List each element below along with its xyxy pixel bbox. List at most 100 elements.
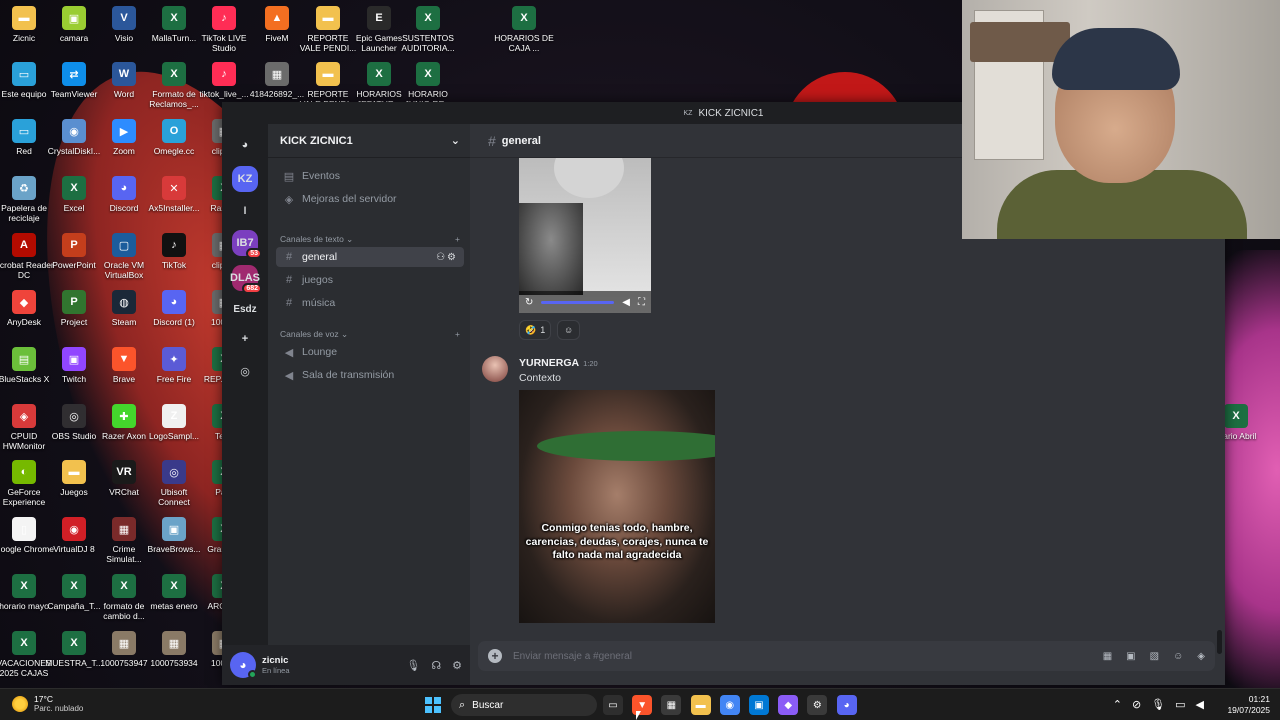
webcam-person [1052,28,1180,90]
add-channel-icon[interactable]: + [455,234,460,245]
desktop-icon-label: Discord (1) [153,317,195,327]
gift-icon[interactable]: ▦ [1103,651,1112,662]
app-icon: ◉ [62,517,86,541]
app-icon: ▬ [12,6,36,30]
search-icon: ⌕ [459,698,466,711]
app-icon: W [112,62,136,86]
taskbar-store-icon[interactable]: ▦ [661,695,682,715]
channel-musica[interactable]: # música [276,293,464,313]
add-attachment-icon[interactable]: + [488,649,502,663]
emoji-icon[interactable]: ☺ [1173,651,1183,662]
activity-icon[interactable]: ◈ [1197,651,1205,662]
sticker-icon[interactable]: ▧ [1150,651,1159,662]
replay-icon[interactable]: ↻ [525,297,533,308]
message-timestamp: 1:20 [583,359,598,368]
desktop-icon-label: MallaTurn... [151,33,197,43]
desktop-icon-label: Red [16,146,32,156]
taskbar-settings-icon[interactable]: ⚙ [807,695,828,715]
windows-start-icon[interactable] [425,697,441,713]
server-icon[interactable]: IB7 53 [232,230,262,259]
fullscreen-icon[interactable]: ⛶ [638,297,645,308]
hash-icon: # [285,297,293,309]
taskbar-search[interactable]: ⌕ Buscar [451,694,597,716]
taskbar-task-view-icon[interactable]: ▭ [603,695,623,715]
channel-settings-icon[interactable]: ⚇⚙ [436,252,458,263]
chevron-down-icon: ⌄ [450,135,460,147]
app-icon: ♪ [212,62,236,86]
reaction-button[interactable]: 🤣 1 [519,320,552,340]
add-channel-icon[interactable]: + [455,329,460,340]
sidebar-item-events[interactable]: ▤ Eventos [276,166,464,186]
taskbar-chrome-icon[interactable]: ◉ [719,695,740,715]
app-icon: VR [112,460,136,484]
image-attachment[interactable]: Conmigo tenias todo, hambre, carencias, … [519,390,715,623]
window-title-badge: KZ [683,109,693,117]
message-composer[interactable]: + Enviar mensaje a #general ▦ ▣ ▧ ☺ ◈ [478,641,1215,671]
clock-date: 19/07/2025 [1227,705,1270,715]
microphone-icon[interactable]: 🎙 [406,659,420,672]
sidebar-item-server-boost[interactable]: ◈ Mejoras del servidor [276,189,464,209]
app-icon: ▤ [12,347,36,371]
server-icon[interactable]: Esdz [232,296,258,322]
app-icon: E [367,6,391,30]
voice-channel-lounge[interactable]: ◀ Lounge [276,342,464,362]
desktop-icon[interactable]: ♪ TikTok LIVE Studio [194,6,254,53]
gear-icon[interactable]: ⚙ [452,659,462,672]
network-off-icon[interactable]: ⊘ [1132,698,1141,711]
server-icon[interactable]: KZ [232,166,258,192]
voice-channel-sala[interactable]: ◀ Sala de transmisión [276,365,464,385]
add-reaction-button[interactable]: ☺ [557,320,581,340]
desktop-icon-label: Steam [111,317,137,327]
chat-scrollbar[interactable] [1217,630,1222,654]
app-icon: X [112,574,136,598]
app-icon: ◕ [162,290,186,314]
desktop-icon-label: VRChat [109,487,139,497]
desktop-icon[interactable]: X SUSTENTOS AUDITORIA... [398,6,458,53]
taskbar-explorer-icon[interactable]: ▬ [690,695,711,715]
display-icon[interactable]: ▭ [1175,698,1185,711]
app-icon: X [162,574,186,598]
app-icon: ▬ [316,62,340,86]
progress-bar[interactable] [541,300,615,304]
desktop-icon[interactable]: ♪ tiktok_live_... [194,62,254,99]
message-input[interactable]: Enviar mensaje a #general [513,651,632,662]
author-name: YURNERGA [519,357,580,369]
channel-general[interactable]: # general ⚇⚙ [276,247,464,267]
taskbar-clock[interactable]: 01:21 19/07/2025 [1227,694,1270,716]
add-reaction-icon: ☺ [564,325,574,335]
chevron-up-icon[interactable]: ⌃ [1113,698,1122,711]
volume-icon[interactable]: ◀ [1196,698,1204,711]
message-author[interactable]: YURNERGA 1:20 [519,357,598,369]
channel-juegos[interactable]: # juegos [276,270,464,290]
taskbar-copilot-icon[interactable]: ◆ [778,695,799,715]
volume-icon[interactable]: ◀ [622,297,630,308]
discord-home-icon[interactable]: ◕ [232,132,258,158]
server-icon[interactable]: l [232,198,258,224]
category-voice-channels[interactable]: Canales de voz ⌄ + [280,329,460,340]
server-icon[interactable]: DLAS 682 [230,265,262,294]
app-icon: ▣ [162,517,186,541]
taskbar-app-blue-icon[interactable]: ▣ [749,695,769,715]
desktop-icon[interactable]: X HORARIOS DE CAJA ... [494,6,554,53]
video-attachment[interactable]: ↻ ◀ ⛶ [519,158,651,313]
discover-icon[interactable]: ◎ [232,358,258,384]
headphones-icon[interactable]: ☊ [431,659,441,672]
desktop-icon-label: BraveBrows... [147,544,201,554]
desktop-icon-label: horario mayo [0,601,49,611]
boost-icon: ◈ [284,193,294,206]
category-text-channels[interactable]: Canales de texto ⌄ + [280,234,460,245]
gif-icon[interactable]: ▣ [1126,651,1135,662]
app-icon: X [62,574,86,598]
taskbar-discord-icon[interactable]: ◕ [836,695,857,715]
speaker-icon: ◀ [284,346,294,359]
add-server-icon[interactable]: + [232,326,258,352]
avatar[interactable] [482,356,508,382]
weather-widget[interactable]: 17°C Parc. nublado [12,694,83,713]
desktop-icon-label: Free Fire [156,374,192,384]
app-icon: ▶ [112,119,136,143]
desktop-icon-label: TikTok [161,260,187,270]
microphone-icon[interactable]: 🎙 [1151,698,1165,711]
server-header[interactable]: KICK ZICNIC1 ⌄ [268,124,470,158]
desktop-icon-label: Juegos [60,487,88,497]
avatar[interactable]: ◕ [230,652,257,679]
